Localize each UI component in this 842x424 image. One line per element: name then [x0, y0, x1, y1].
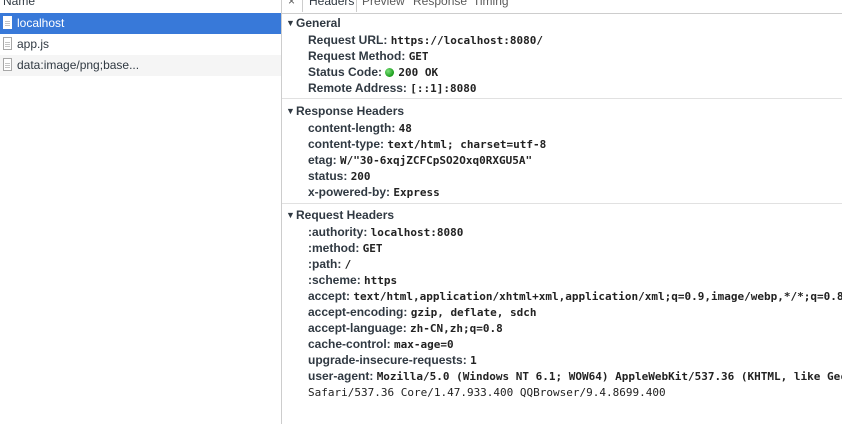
header-row: content-length: 48	[282, 120, 842, 136]
response-headers-section: ▼ Response Headers content-length: 48 co…	[282, 102, 842, 200]
header-key: accept-encoding: gzip, deflate, sdch	[308, 305, 537, 319]
request-row-app-js[interactable]: app.js	[0, 34, 281, 55]
header-row: :method: GET	[282, 240, 842, 256]
document-icon	[3, 58, 12, 71]
request-headers-section: ▼ Request Headers :authority: localhost:…	[282, 206, 842, 400]
header-value: zh-CN,zh;q=0.8	[410, 322, 503, 335]
header-row: accept: text/html,application/xhtml+xml,…	[282, 288, 842, 304]
general-section: ▼ General Request URL: https://localhost…	[282, 14, 842, 96]
header-row: x-powered-by: Express	[282, 184, 842, 200]
header-key: user-agent: Mozilla/5.0 (Windows NT 6.1;…	[308, 368, 842, 385]
header-value: W/"30-6xqjZCFCpSO2Oxq0RXGU5A"	[340, 154, 533, 167]
header-row: Request URL: https://localhost:8080/	[282, 32, 842, 48]
collapse-triangle-icon[interactable]: ▼	[286, 102, 295, 120]
request-row-data-image[interactable]: data:image/png;base...	[0, 55, 281, 76]
request-row-localhost[interactable]: localhost	[0, 13, 281, 34]
collapse-triangle-icon[interactable]: ▼	[286, 206, 295, 224]
header-key: upgrade-insecure-requests: 1	[308, 353, 477, 367]
header-key: Status Code: 200 OK	[308, 65, 439, 79]
header-row: :scheme: https	[282, 272, 842, 288]
section-divider	[282, 98, 842, 99]
header-key: :authority: localhost:8080	[308, 225, 464, 239]
header-row: Request Method: GET	[282, 48, 842, 64]
request-headers-header[interactable]: ▼ Request Headers	[282, 206, 842, 224]
header-value-continuation: Safari/537.36 Core/1.47.933.400 QQBrowse…	[308, 386, 666, 399]
header-value: https://localhost:8080/	[390, 34, 544, 47]
header-row: :path: /	[282, 256, 842, 272]
header-row: Status Code: 200 OK	[282, 64, 842, 80]
header-row: Remote Address: [::1]:8080	[282, 80, 842, 96]
section-title: Response Headers	[296, 104, 405, 118]
header-key: content-length: 48	[308, 121, 412, 135]
header-value: GET	[408, 50, 429, 63]
general-section-header[interactable]: ▼ General	[282, 14, 842, 32]
header-value: 1	[470, 354, 477, 367]
header-key: accept: text/html,application/xhtml+xml,…	[308, 289, 842, 303]
header-key: :method: GET	[308, 241, 383, 255]
header-row: status: 200	[282, 168, 842, 184]
tab-timing[interactable]: Timing	[473, 0, 509, 8]
header-row: etag: W/"30-6xqjZCFCpSO2Oxq0RXGU5A"	[282, 152, 842, 168]
header-row: user-agent: Mozilla/5.0 (Windows NT 6.1;…	[282, 368, 842, 384]
tab-response[interactable]: Response	[413, 0, 467, 8]
header-value: Express	[393, 186, 440, 199]
header-value: text/html; charset=utf-8	[387, 138, 547, 151]
header-key: :scheme: https	[308, 273, 398, 287]
request-list: localhost app.js data:image/png;base...	[0, 13, 281, 76]
name-column-label: Name	[3, 0, 36, 8]
header-value: localhost:8080	[370, 226, 464, 239]
header-row: accept-language: zh-CN,zh;q=0.8	[282, 320, 842, 336]
document-icon	[3, 16, 12, 29]
header-value: GET	[362, 242, 383, 255]
request-details-pane: × Headers Preview Response Timing ▼ Gene…	[282, 0, 842, 424]
header-value: /	[344, 258, 352, 271]
tab-headers[interactable]: Headers	[309, 0, 354, 8]
header-key: Remote Address: [::1]:8080	[308, 81, 477, 95]
header-key: etag: W/"30-6xqjZCFCpSO2Oxq0RXGU5A"	[308, 153, 533, 167]
header-key: status: 200	[308, 169, 371, 183]
details-tabbar: × Headers Preview Response Timing	[282, 0, 842, 14]
header-row: cache-control: max-age=0	[282, 336, 842, 352]
header-row: content-type: text/html; charset=utf-8	[282, 136, 842, 152]
header-value: max-age=0	[394, 338, 454, 351]
header-key: x-powered-by: Express	[308, 185, 440, 199]
collapse-triangle-icon[interactable]: ▼	[286, 14, 295, 32]
response-headers-header[interactable]: ▼ Response Headers	[282, 102, 842, 120]
header-row: accept-encoding: gzip, deflate, sdch	[282, 304, 842, 320]
tab-separator	[302, 0, 303, 12]
header-row-continuation: Safari/537.36 Core/1.47.933.400 QQBrowse…	[282, 384, 842, 400]
header-value: Mozilla/5.0 (Windows NT 6.1; WOW64) Appl…	[376, 370, 842, 383]
header-key: cache-control: max-age=0	[308, 337, 454, 351]
header-value: [::1]:8080	[410, 82, 477, 95]
header-row: upgrade-insecure-requests: 1	[282, 352, 842, 368]
section-title: General	[296, 16, 341, 30]
header-value: https	[364, 274, 398, 287]
status-ok-icon	[385, 68, 395, 77]
header-row: :authority: localhost:8080	[282, 224, 842, 240]
section-divider	[282, 203, 842, 204]
header-key: content-type: text/html; charset=utf-8	[308, 137, 547, 151]
document-icon	[3, 37, 12, 50]
header-value: 200 OK	[398, 66, 439, 79]
header-key: Request Method: GET	[308, 49, 429, 63]
request-name: app.js	[17, 37, 50, 51]
header-value: 48	[398, 122, 412, 135]
header-key: accept-language: zh-CN,zh;q=0.8	[308, 321, 503, 335]
header-value: text/html,application/xhtml+xml,applicat…	[353, 290, 842, 303]
request-list-pane: Name localhost app.js data:image/png;bas…	[0, 0, 281, 424]
request-name: data:image/png;base...	[17, 58, 140, 72]
section-title: Request Headers	[296, 208, 395, 222]
header-key: :path: /	[308, 257, 352, 271]
name-column-header[interactable]: Name	[0, 0, 281, 10]
tab-preview[interactable]: Preview	[362, 0, 405, 8]
header-value: 200	[350, 170, 371, 183]
tab-separator	[356, 0, 357, 12]
header-key: Request URL: https://localhost:8080/	[308, 33, 544, 47]
header-value: gzip, deflate, sdch	[410, 306, 537, 319]
close-icon[interactable]: ×	[288, 0, 295, 8]
request-name: localhost	[17, 16, 65, 30]
